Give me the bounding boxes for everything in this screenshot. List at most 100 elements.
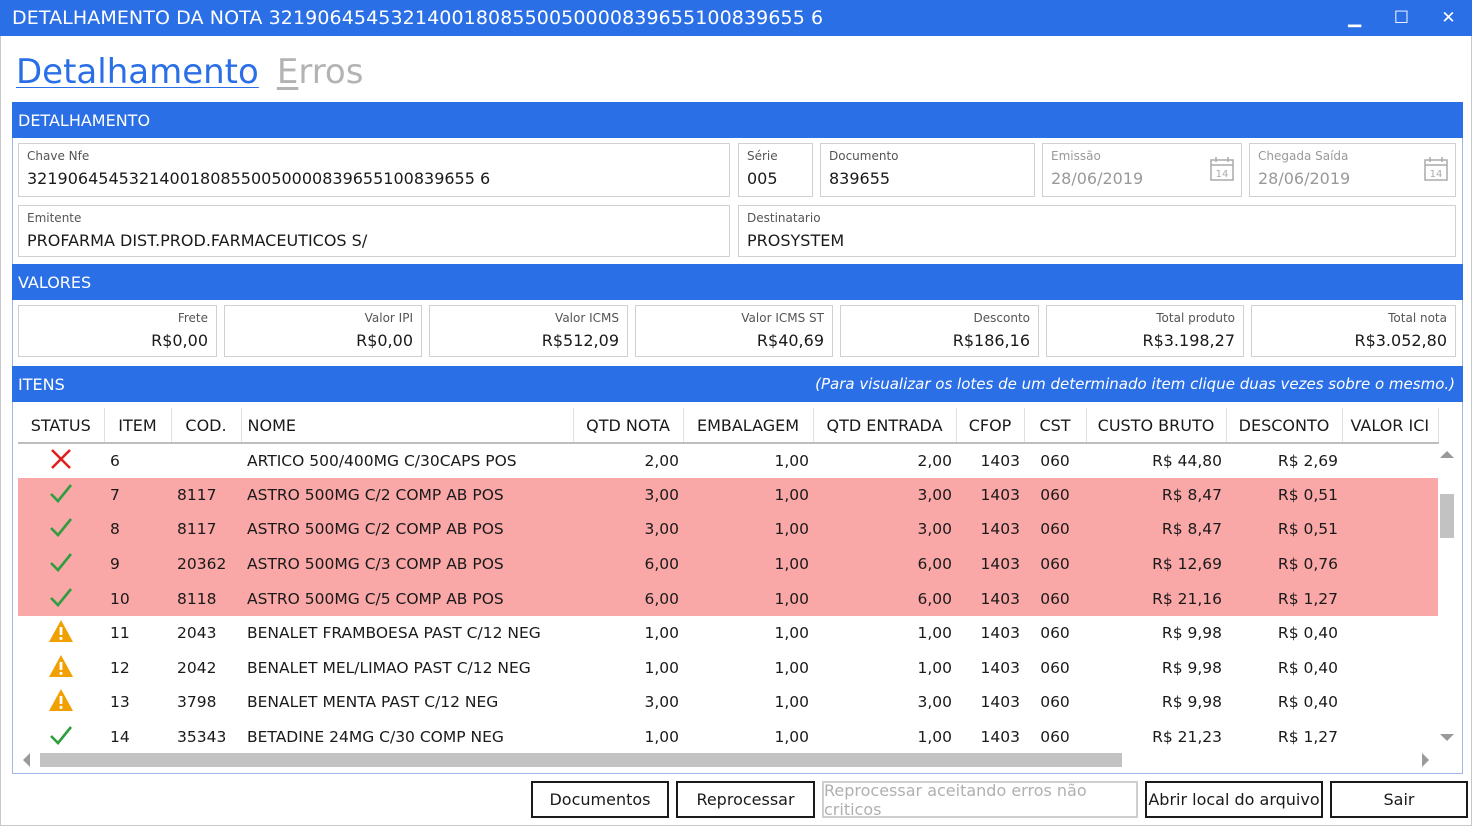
section-header-valores: VALORES	[12, 264, 1463, 300]
row-cod: 8117	[171, 477, 241, 513]
calendar-icon[interactable]: 14	[1423, 156, 1449, 182]
itens-table: STATUS ITEM COD. NOME QTD NOTA EMBALAGEM…	[18, 408, 1439, 754]
row-valor-icms	[1342, 477, 1438, 513]
abrir-local-arquivo-button[interactable]: Abrir local do arquivo	[1145, 781, 1323, 818]
row-cst: 060	[1040, 451, 1070, 470]
chave-nfe-field[interactable]: Chave Nfe 321906454532140018085500500008…	[18, 143, 730, 197]
check-icon	[50, 518, 73, 538]
tab-detalhamento[interactable]: Detalhamento	[16, 52, 259, 92]
maximize-icon[interactable]: ☐	[1378, 0, 1425, 36]
total-nota-field[interactable]: Total nota R$3.052,80	[1251, 305, 1456, 357]
row-qtd-nota: 3,00	[644, 693, 679, 712]
row-cst: 060	[1024, 546, 1086, 582]
table-row[interactable]: 10 8118 ASTRO 500MG C/5 COMP AB POS 6,00 1,0…	[18, 581, 1438, 616]
scroll-left-icon	[23, 753, 30, 767]
row-desconto: R$ 0,40	[1277, 624, 1338, 643]
row-desconto: R$ 0,40	[1277, 693, 1338, 712]
desconto-field[interactable]: Desconto R$186,16	[840, 305, 1039, 357]
field-label: Valor ICMS ST	[741, 311, 824, 325]
reprocessar-button[interactable]: Reprocessar	[676, 781, 815, 818]
row-qtd-nota: 2,00	[644, 451, 679, 470]
row-cst: 060	[1040, 658, 1070, 677]
scroll-right-icon	[1422, 753, 1429, 767]
scroll-up-icon	[1440, 451, 1454, 458]
vertical-scrollbar[interactable]	[1437, 446, 1457, 748]
table-row[interactable]: 9 20362 ASTRO 500MG C/3 COMP AB POS 6,00 1,0…	[18, 546, 1438, 582]
row-status	[18, 581, 104, 616]
field-label: Série	[747, 149, 778, 163]
destinatario-field[interactable]: Destinatario PROSYSTEM	[738, 205, 1456, 257]
row-status	[18, 512, 104, 547]
row-valor-icms	[1342, 512, 1438, 547]
field-label: Desconto	[973, 311, 1030, 325]
row-nome: ASTRO 500MG C/5 COMP AB POS	[241, 581, 573, 616]
column-header-item[interactable]: ITEM	[104, 408, 172, 444]
table-row[interactable]: 12 2042 BENALET MEL/LIMAO PAST C/12 NEG 1,0…	[18, 651, 1438, 686]
row-qtd-nota: 1,00	[644, 658, 679, 677]
column-header-embalagem[interactable]: EMBALAGEM	[683, 408, 814, 444]
row-embalagem: 1,00	[774, 451, 809, 470]
row-qtd-entrada: 1,00	[917, 658, 952, 677]
row-item: 11	[110, 624, 130, 643]
row-cfop: 1403	[956, 581, 1024, 616]
row-item: 6	[110, 451, 120, 470]
valor-icms-field[interactable]: Valor ICMS R$512,09	[429, 305, 628, 357]
documento-field[interactable]: Documento 839655	[820, 143, 1035, 197]
field-label: Documento	[829, 149, 899, 163]
table-row[interactable]: 6 ARTICO 500/400MG C/30CAPS POS 2,00 1,00 2,…	[18, 443, 1438, 478]
row-status	[18, 651, 104, 686]
table-row[interactable]: 8 8117 ASTRO 500MG C/2 COMP AB POS 3,00 1,00…	[18, 512, 1438, 547]
sair-button[interactable]: Sair	[1330, 781, 1468, 818]
close-icon[interactable]: ✕	[1425, 0, 1472, 36]
field-label: Total produto	[1156, 311, 1235, 325]
column-header-qtd-entrada[interactable]: QTD ENTRADA	[813, 408, 957, 444]
serie-field[interactable]: Série 005	[738, 143, 813, 197]
total-produto-field[interactable]: Total produto R$3.198,27	[1046, 305, 1244, 357]
column-header-desconto[interactable]: DESCONTO	[1226, 408, 1343, 444]
row-qtd-nota: 1,00	[644, 624, 679, 643]
scroll-thumb	[40, 753, 1122, 767]
field-value: R$3.052,80	[1354, 331, 1447, 350]
row-embalagem: 1,00	[774, 693, 809, 712]
column-header-cst[interactable]: CST	[1024, 408, 1087, 444]
emitente-field[interactable]: Emitente PROFARMA DIST.PROD.FARMACEUTICO…	[18, 205, 730, 257]
column-header-qtd-nota[interactable]: QTD NOTA	[573, 408, 684, 444]
table-row[interactable]: 7 8117 ASTRO 500MG C/2 COMP AB POS 3,00 1,00…	[18, 477, 1438, 513]
row-cst: 060	[1024, 477, 1086, 513]
check-icon	[50, 587, 73, 607]
row-valor-icms	[1342, 443, 1438, 478]
valor-ipi-field[interactable]: Valor IPI R$0,00	[224, 305, 422, 357]
row-cfop: 1403	[980, 693, 1020, 712]
row-qtd-entrada: 2,00	[917, 451, 952, 470]
column-header-custo-bruto[interactable]: CUSTO BRUTO	[1086, 408, 1227, 444]
field-label: Chegada Saída	[1258, 149, 1349, 163]
row-desconto: R$ 0,40	[1277, 658, 1338, 677]
valor-icms-st-field[interactable]: Valor ICMS ST R$40,69	[635, 305, 833, 357]
calendar-icon[interactable]: 14	[1209, 156, 1235, 182]
row-qtd-nota: 6,00	[573, 581, 683, 616]
column-header-nome[interactable]: NOME	[241, 408, 574, 444]
field-value: 28/06/2019	[1051, 169, 1144, 188]
horizontal-scrollbar[interactable]	[18, 750, 1438, 770]
window-title: DETALHAMENTO DA NOTA 3219064545321400180…	[12, 7, 824, 29]
row-cst: 060	[1024, 581, 1086, 616]
column-header-valor-icms[interactable]: VALOR ICI	[1342, 408, 1439, 444]
frete-field[interactable]: Frete R$0,00	[18, 305, 217, 357]
row-status	[18, 477, 104, 513]
field-label: Emitente	[27, 211, 82, 225]
documentos-button[interactable]: Documentos	[531, 781, 669, 818]
row-nome: ASTRO 500MG C/2 COMP AB POS	[241, 512, 573, 547]
table-row[interactable]: 13 3798 BENALET MENTA PAST C/12 NEG 3,00 1,0…	[18, 685, 1438, 720]
row-desconto: R$ 0,51	[1226, 477, 1342, 513]
minimize-icon[interactable]: ▁	[1331, 0, 1378, 36]
section-title: VALORES	[18, 272, 92, 292]
tab-erros[interactable]: Erros	[277, 52, 364, 92]
row-cfop: 1403	[980, 451, 1020, 470]
column-header-status[interactable]: STATUS	[18, 408, 105, 444]
table-row[interactable]: 11 2043 BENALET FRAMBOESA PAST C/12 NEG 1,0…	[18, 616, 1438, 651]
field-value: 839655	[829, 169, 891, 188]
field-label: Chave Nfe	[27, 149, 90, 163]
column-header-cfop[interactable]: CFOP	[956, 408, 1025, 444]
row-qtd-entrada: 6,00	[813, 546, 956, 582]
column-header-cod[interactable]: COD.	[171, 408, 242, 444]
